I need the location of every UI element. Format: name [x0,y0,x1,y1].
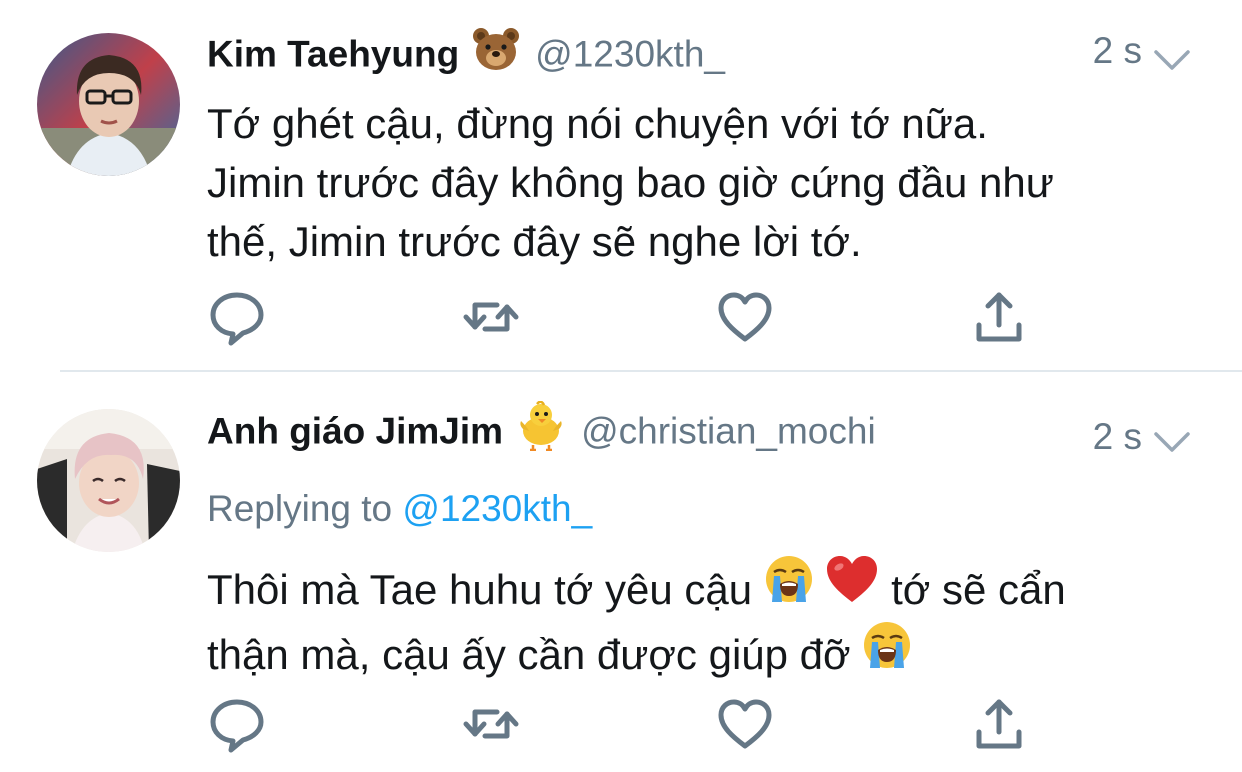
baby-chick-icon [517,400,565,456]
tweet-text-line: thận mà, cậu ấy cần được giúp đỡ [207,621,1207,690]
chevron-down-icon[interactable] [1152,430,1192,454]
tweet-header: Kim Taehyung @1230kth_ [207,27,1242,90]
display-name[interactable]: Kim Taehyung [207,34,459,75]
replying-to-label: Replying to [207,488,393,529]
retweet-icon[interactable] [461,694,521,754]
avatar[interactable] [37,33,180,176]
tweet-header: Anh giáo JimJim @christian_mochi [207,400,1242,464]
replying-to: Replying to @1230kth_ [207,488,592,530]
user-handle[interactable]: @1230kth_ [535,34,725,75]
chevron-down-icon[interactable] [1152,48,1192,72]
tweet-actions [207,694,1047,754]
like-icon[interactable] [715,694,775,754]
red-heart-icon [825,554,879,619]
bear-face-icon [473,27,520,76]
loudly-crying-face-icon [862,620,912,685]
tweet-text-line: Tớ ghét cậu, đừng nói chuyện với tớ nữa. [207,100,988,147]
like-icon[interactable] [715,287,775,347]
tweet-text-segment: Thôi mà Tae huhu tớ yêu cậu [207,566,753,613]
tweet-text: Thôi mà Tae huhu tớ yêu cậu tớ sẽ cẩn th… [207,556,1207,691]
reply-icon[interactable] [207,694,267,754]
tweet-text-line: thế, Jimin trước đây sẽ nghe lời tớ. [207,218,862,265]
tweet-text-line: Jimin trước đây không bao giờ cứng đầu n… [207,159,1054,206]
display-name[interactable]: Anh giáo JimJim [207,411,503,452]
user-handle[interactable]: @christian_mochi [581,411,876,452]
tweet-text: Tớ ghét cậu, đừng nói chuyện với tớ nữa.… [207,94,1207,271]
timestamp: 2 s [1092,416,1142,457]
retweet-icon[interactable] [461,287,521,347]
tweet[interactable]: Kim Taehyung @1230kth_ 2 s Tớ ghét cậu, … [0,0,1242,372]
share-icon[interactable] [969,287,1029,347]
tweet-actions [207,287,1047,347]
share-icon[interactable] [969,694,1029,754]
tweet[interactable]: Anh giáo JimJim @christian_mochi 2 s Rep… [0,372,1242,772]
tweet-text-segment: thận mà, cậu ấy cần được giúp đỡ [207,631,851,679]
reply-mention-link[interactable]: @1230kth_ [402,488,592,529]
tweet-text-line: Thôi mà Tae huhu tớ yêu cậu tớ sẽ cẩn [207,556,1207,625]
timestamp: 2 s [1092,30,1142,71]
avatar[interactable] [37,409,180,552]
loudly-crying-face-icon [764,554,814,619]
tweet-text-segment: tớ sẽ cẩn [891,566,1066,613]
reply-icon[interactable] [207,287,267,347]
